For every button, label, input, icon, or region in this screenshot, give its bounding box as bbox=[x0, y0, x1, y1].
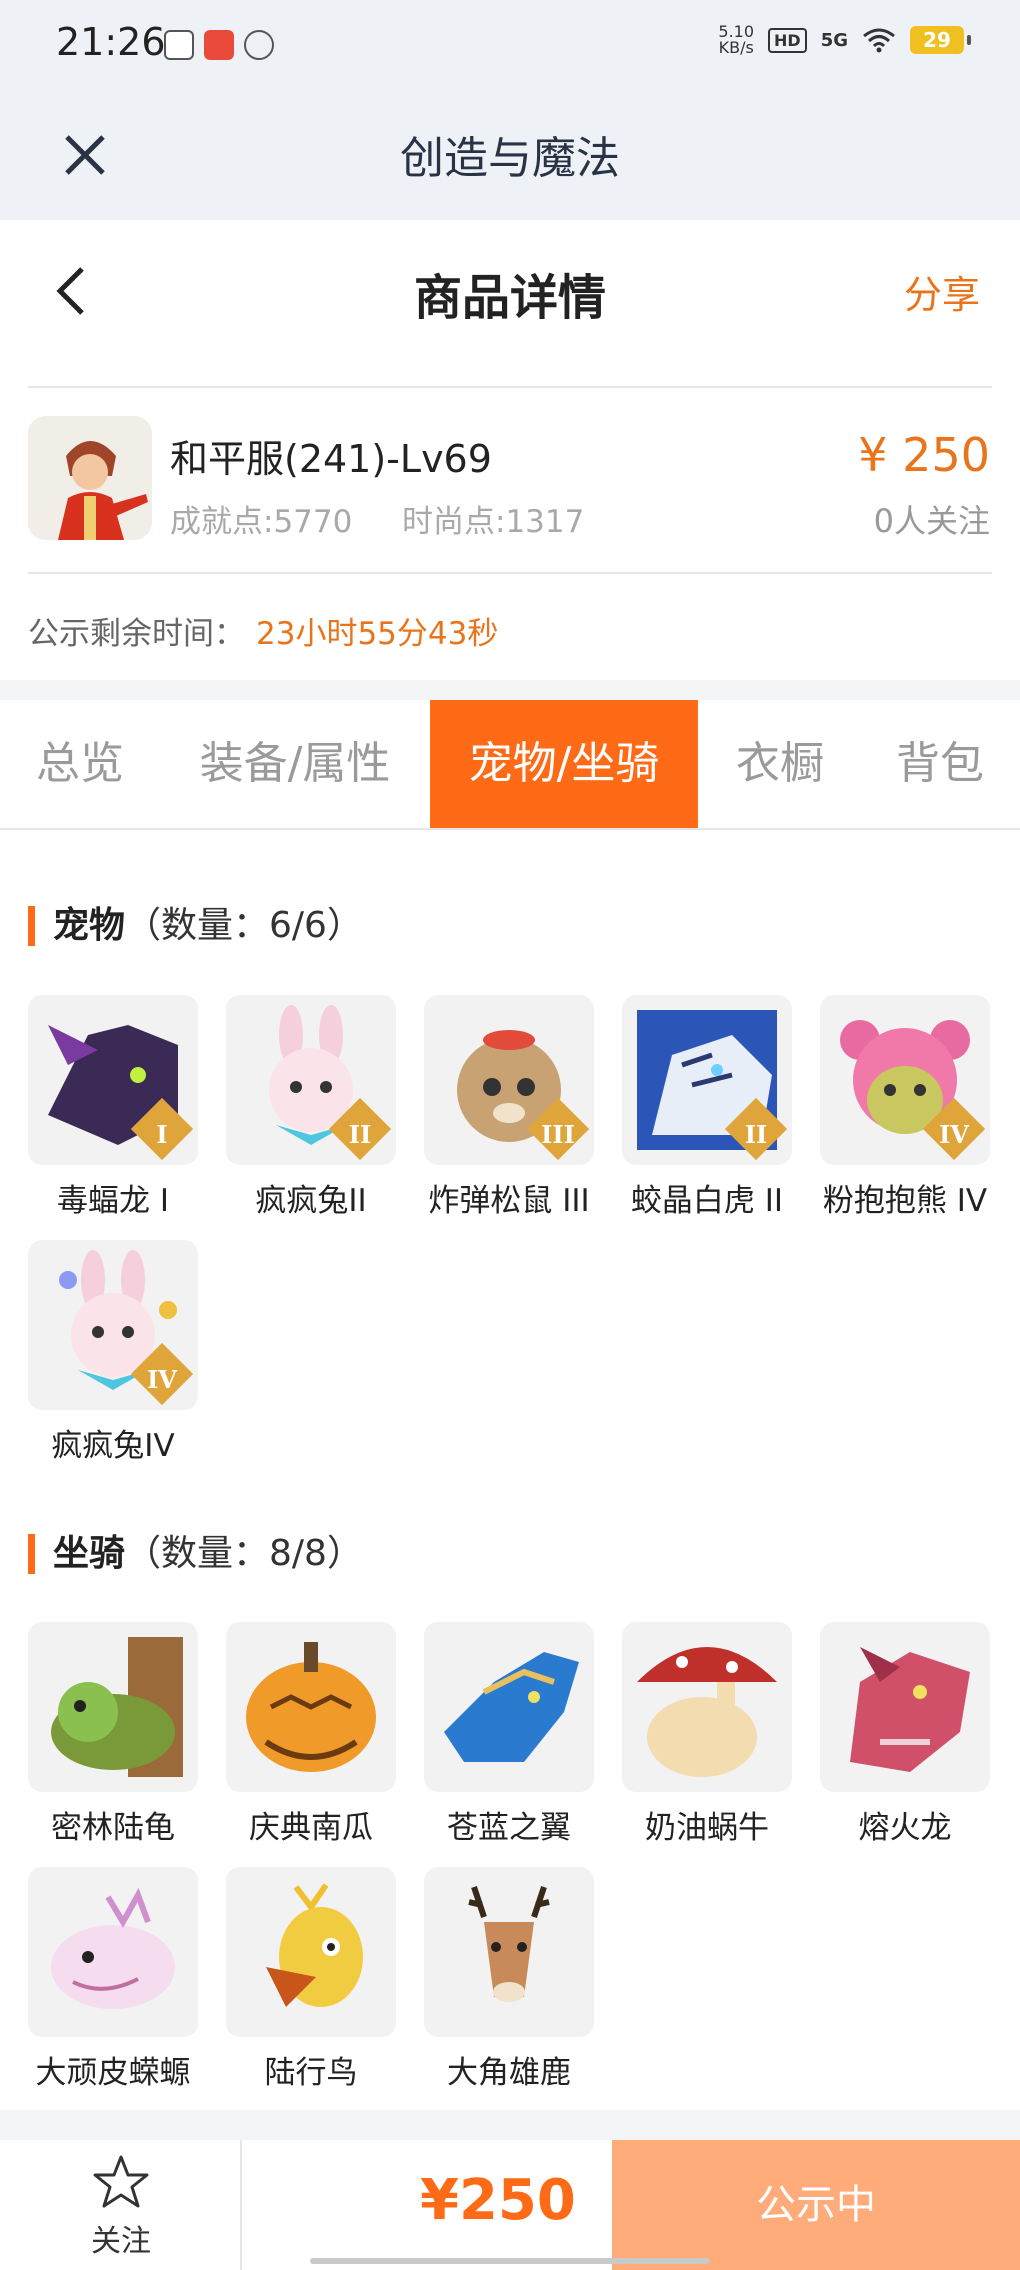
page-title: 商品详情 bbox=[413, 270, 606, 326]
tab-pets-mounts[interactable]: 宠物/坐骑 bbox=[430, 700, 698, 828]
mount-thumbnail bbox=[424, 1622, 594, 1792]
tier-label: II bbox=[348, 1120, 372, 1149]
follow-button[interactable]: 关注 bbox=[0, 2140, 242, 2270]
mount-name: 庆典南瓜 bbox=[249, 1810, 373, 1846]
pet-item[interactable]: II 蛟晶白虎 II bbox=[617, 995, 797, 1220]
tab-wardrobe[interactable]: 衣橱 bbox=[700, 700, 860, 828]
pet-name: 炸弹松鼠 III bbox=[428, 1183, 590, 1219]
pet-name: 蛟晶白虎 II bbox=[630, 1183, 784, 1219]
product-card: 和平服(241)-Lv69 成就点:5770 时尚点:1317 ¥ 250 0人… bbox=[0, 360, 1020, 680]
mount-item[interactable]: 庆典南瓜 bbox=[221, 1622, 401, 1847]
mount-item[interactable]: 熔火龙 bbox=[815, 1622, 995, 1847]
pet-thumbnail: IV bbox=[820, 995, 990, 1165]
mounts-section-title: 坐骑（数量：8/8） bbox=[28, 1534, 363, 1574]
app-header: 创造与魔法 bbox=[0, 90, 1020, 220]
signal-indicator: 5G bbox=[820, 29, 848, 51]
battery-indicator: 29 bbox=[910, 26, 971, 54]
mount-item[interactable]: 密林陆龟 bbox=[23, 1622, 203, 1847]
pets-title: 宠物 bbox=[53, 905, 126, 946]
tier-label: III bbox=[541, 1120, 575, 1149]
tab-backpack[interactable]: 背包 bbox=[860, 700, 1020, 828]
mount-thumbnail bbox=[226, 1867, 396, 2037]
mount-item[interactable]: 苍蓝之翼 bbox=[419, 1622, 599, 1847]
hd-badge: HD bbox=[768, 27, 807, 53]
mount-thumbnail bbox=[28, 1867, 198, 2037]
app-red-icon bbox=[204, 30, 234, 60]
mount-name: 大角雄鹿 bbox=[447, 2055, 571, 2091]
pet-thumbnail: II bbox=[226, 995, 396, 1165]
pet-thumbnail: III bbox=[424, 995, 594, 1165]
page-header: 商品详情 分享 bbox=[0, 220, 1020, 360]
mount-thumbnail bbox=[622, 1622, 792, 1792]
achievement-points: 成就点:5770 bbox=[170, 504, 353, 540]
home-indicator bbox=[310, 2258, 710, 2264]
status-bar: 21:26 5.10 KB/s HD 5G 29 bbox=[0, 0, 1020, 90]
app-title: 创造与魔法 bbox=[400, 133, 620, 184]
pets-count: （数量：6/6） bbox=[125, 905, 363, 946]
follower-count: 0人关注 bbox=[873, 502, 990, 540]
countdown-label: 公示剩余时间： bbox=[28, 616, 245, 652]
share-button[interactable]: 分享 bbox=[904, 264, 980, 319]
pet-name: 疯疯兔IV bbox=[51, 1428, 175, 1464]
pet-item[interactable]: II 疯疯兔II bbox=[221, 995, 401, 1220]
mount-name: 密林陆龟 bbox=[51, 1810, 175, 1846]
net-speed-unit: KB/s bbox=[718, 38, 754, 57]
pets-section-title: 宠物（数量：6/6） bbox=[28, 906, 363, 946]
tab-equipment[interactable]: 装备/属性 bbox=[175, 700, 415, 828]
net-speed: 5.10 KB/s bbox=[718, 24, 754, 56]
mount-thumbnail bbox=[226, 1622, 396, 1792]
wifi-icon bbox=[863, 28, 895, 53]
mount-name: 大顽皮蝾螈 bbox=[35, 2055, 191, 2091]
product-price: ¥ 250 bbox=[858, 428, 990, 482]
mounts-title: 坐骑 bbox=[53, 1533, 126, 1574]
pet-item[interactable]: IV 疯疯兔IV bbox=[23, 1240, 203, 1465]
app-du-icon bbox=[164, 30, 194, 60]
pet-name: 毒蝠龙 I bbox=[57, 1183, 169, 1219]
bottom-price: ¥250 bbox=[420, 2168, 576, 2233]
pet-item[interactable]: IV 粉抱抱熊 IV bbox=[815, 995, 995, 1220]
pet-name: 粉抱抱熊 IV bbox=[822, 1183, 988, 1219]
mount-item[interactable]: 陆行鸟 bbox=[221, 1867, 401, 2092]
tier-label: IV bbox=[939, 1120, 969, 1149]
mount-item[interactable]: 奶油蜗牛 bbox=[617, 1622, 797, 1847]
mount-thumbnail bbox=[28, 1622, 198, 1792]
tier-label: IV bbox=[147, 1365, 177, 1394]
status-time: 21:26 bbox=[56, 20, 166, 64]
tier-label: II bbox=[744, 1120, 768, 1149]
mount-name: 陆行鸟 bbox=[264, 2055, 358, 2091]
countdown-value: 23小时55分43秒 bbox=[256, 616, 499, 652]
divider bbox=[28, 572, 992, 574]
tier-label: I bbox=[156, 1120, 168, 1149]
pet-item[interactable]: I 毒蝠龙 I bbox=[23, 995, 203, 1220]
mount-thumbnail bbox=[820, 1622, 990, 1792]
pet-item[interactable]: III 炸弹松鼠 III bbox=[419, 995, 599, 1220]
tab-bar: 总览 装备/属性 宠物/坐骑 衣橱 背包 bbox=[0, 700, 1020, 830]
pet-thumbnail: II bbox=[622, 995, 792, 1165]
pet-thumbnail: IV bbox=[28, 1240, 198, 1410]
mount-thumbnail bbox=[424, 1867, 594, 2037]
bottom-action-bar: 关注 ¥250 公示中 bbox=[0, 2140, 1020, 2270]
fashion-points: 时尚点:1317 bbox=[402, 504, 585, 540]
mounts-count: （数量：8/8） bbox=[125, 1533, 363, 1574]
mount-name: 苍蓝之翼 bbox=[447, 1810, 571, 1846]
mount-name: 熔火龙 bbox=[858, 1810, 952, 1846]
mount-item[interactable]: 大角雄鹿 bbox=[419, 1867, 599, 2092]
mount-item[interactable]: 大顽皮蝾螈 bbox=[23, 1867, 203, 2092]
tab-overview[interactable]: 总览 bbox=[0, 700, 160, 828]
pet-thumbnail: I bbox=[28, 995, 198, 1165]
product-name: 和平服(241)-Lv69 bbox=[170, 437, 492, 481]
character-avatar bbox=[28, 416, 152, 540]
follow-label: 关注 bbox=[91, 2224, 151, 2259]
mount-name: 奶油蜗牛 bbox=[645, 1810, 769, 1846]
pets-mounts-panel: 宠物（数量：6/6） I 毒蝠龙 I II 疯疯兔II III 炸弹松鼠 III… bbox=[0, 830, 1020, 2110]
pet-name: 疯疯兔II bbox=[255, 1183, 367, 1219]
app-circle-icon bbox=[244, 30, 274, 60]
public-status-button[interactable]: 公示中 bbox=[612, 2140, 1020, 2270]
divider bbox=[28, 386, 992, 388]
star-icon bbox=[93, 2155, 149, 2208]
